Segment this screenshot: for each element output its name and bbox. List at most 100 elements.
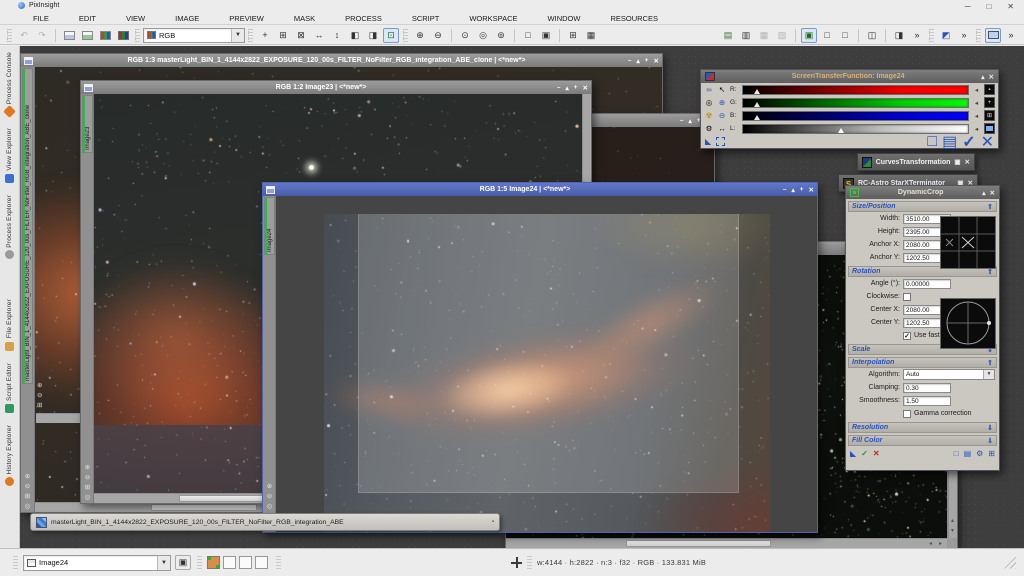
window-icon[interactable]	[84, 84, 93, 92]
link-rgb-icon[interactable]: ∞	[704, 85, 714, 95]
zoom-out-icon[interactable]: ⊖	[25, 482, 30, 490]
masterlight-view-tab[interactable]: masterLight_BIN_1_4144x2822_EXPOSURE_120…	[22, 68, 33, 384]
cascade-windows-button[interactable]: ▦	[583, 28, 599, 43]
stf-lum-gradient[interactable]	[742, 124, 969, 134]
workspace-1-button[interactable]	[223, 556, 236, 569]
section-resolution[interactable]: Resolution ⇓	[848, 422, 997, 433]
image24-canvas-area[interactable]	[276, 196, 817, 532]
wrench-icon[interactable]: ⚙	[976, 449, 983, 458]
statusbar-grip[interactable]	[13, 556, 18, 570]
new-instance-icon[interactable]: ◣	[705, 137, 711, 146]
scroll-mode-button[interactable]: ↕	[329, 28, 345, 43]
cursor-mode-icon[interactable]: ↖	[717, 85, 727, 95]
zoom-out-icon[interactable]: ⊖	[267, 492, 272, 500]
zoom-in-icon[interactable]: ⊕	[37, 381, 43, 389]
reset-channel-icon[interactable]: ◂	[972, 112, 981, 120]
pin-icon[interactable]: +	[574, 84, 578, 92]
workspace-2-button[interactable]	[239, 556, 252, 569]
radiation-icon[interactable]: ☢	[704, 111, 714, 121]
select-all-button[interactable]: □	[520, 28, 536, 43]
fit-icon[interactable]: ⊞	[85, 483, 90, 491]
shade-icon[interactable]: ▴	[791, 186, 794, 194]
menu-view[interactable]: VIEW	[123, 13, 148, 24]
anchor-grid-widget[interactable]	[940, 216, 996, 269]
window-resize-grip[interactable]	[1004, 557, 1016, 569]
collapse-icon[interactable]: ⇑	[987, 359, 993, 367]
zoom-in-icon[interactable]: ⊕	[25, 472, 30, 480]
stf-edit-button[interactable]: ▥	[738, 28, 754, 43]
new-instance-icon[interactable]: ◣	[850, 449, 856, 458]
chevron-down-icon[interactable]: ▼	[157, 556, 170, 570]
fast-rotations-checkbox[interactable]: ✓	[903, 332, 911, 340]
toolbar-overflow-button[interactable]: »	[909, 28, 925, 43]
statusbar-grip[interactable]	[527, 556, 532, 570]
readout-alt-button[interactable]: □	[837, 28, 853, 43]
stf-link-button[interactable]: ▦	[756, 28, 772, 43]
sidebar-item-view-explorer[interactable]: View Explorer	[5, 128, 14, 183]
reset-channel-icon[interactable]: ◂	[972, 99, 981, 107]
clamping-field[interactable]: 0.30	[903, 383, 951, 393]
mask-enable-button[interactable]: ◫	[864, 28, 880, 43]
statusbar-grip[interactable]	[197, 556, 202, 570]
midtone-marker[interactable]	[754, 102, 760, 107]
toolbar-grip[interactable]	[976, 29, 981, 42]
iconized-window-tab[interactable]: masterLight_BIN_1_4144x2822_EXPOSURE_120…	[30, 513, 500, 531]
stf-thumb-cross[interactable]: +	[984, 97, 995, 108]
midtone-marker[interactable]	[754, 89, 760, 94]
collapse-icon[interactable]: ⇑	[987, 203, 993, 211]
reset-channel-icon[interactable]: ◂	[972, 86, 981, 94]
execute-check-icon[interactable]: ✓	[861, 449, 868, 458]
stf-thumb-grid[interactable]: ⊞	[984, 110, 995, 121]
shade-icon[interactable]: ▴	[981, 73, 984, 81]
app-close-button[interactable]: ✕	[1007, 2, 1014, 11]
chevron-down-icon[interactable]: ▼	[231, 29, 244, 42]
image24-view-tab[interactable]: Image24	[264, 197, 275, 255]
close-icon[interactable]: ✕	[583, 84, 588, 92]
midtone-marker[interactable]	[754, 115, 760, 120]
color-image-alt-button[interactable]	[115, 28, 131, 43]
toolbar-grip[interactable]	[135, 29, 140, 42]
zoom-in-button[interactable]: ⊕	[412, 28, 428, 43]
menu-mask[interactable]: MASK	[291, 13, 318, 24]
stf-title-bar[interactable]: ScreenTransferFunction: Image24 ▴ ✕	[701, 70, 998, 83]
zoom-out-icon[interactable]: ⊖	[85, 473, 90, 481]
sidebar-item-script-editor[interactable]: Script Editor	[5, 363, 14, 413]
restore-mini-icon[interactable]: ▪	[492, 519, 494, 525]
drag-handle-icon[interactable]: ⊞	[988, 449, 995, 458]
view-icon[interactable]: ◎	[85, 493, 91, 501]
gamma-checkbox[interactable]	[903, 410, 911, 418]
sidebar-item-file-explorer[interactable]: File Explorer	[5, 299, 14, 350]
apply-check-icon[interactable]: ✓	[962, 132, 975, 152]
stf-auto-button[interactable]: ▣	[801, 28, 817, 43]
stf-thumb-square[interactable]: ▪	[984, 84, 995, 95]
menu-window[interactable]: WINDOW	[545, 13, 584, 24]
split-right-button[interactable]: ◨	[365, 28, 381, 43]
monitor-button[interactable]	[985, 28, 1001, 43]
toolbar-grip[interactable]	[248, 29, 253, 42]
browse-doc-icon[interactable]: ▤	[942, 132, 957, 152]
selection-button[interactable]: ▣	[538, 28, 554, 43]
menu-script[interactable]: SCRIPT	[409, 13, 443, 24]
toolbar-grip[interactable]	[929, 29, 934, 42]
mask-show-button[interactable]: ◨	[891, 28, 907, 43]
scroll-left-icon[interactable]: ◂	[926, 540, 935, 548]
zoom-out-button[interactable]: ⊖	[430, 28, 446, 43]
zoom-in-icon[interactable]: ⊕	[717, 98, 727, 108]
shade-icon[interactable]: ▴	[636, 57, 639, 65]
curves-transformation-bar[interactable]: CurvesTransformation ▣ ✕	[857, 153, 975, 171]
undo-button[interactable]: ↶	[16, 28, 32, 43]
chevron-down-icon[interactable]: ▾	[983, 370, 994, 379]
angle-field[interactable]: 0.00000	[903, 279, 951, 289]
scroll-down-icon[interactable]: ▾	[948, 527, 957, 536]
edit-instance-icon[interactable]: □	[954, 449, 959, 458]
display-channel-selector[interactable]: RGB ▼	[143, 28, 245, 43]
magnifier-icon[interactable]: ◎	[704, 98, 714, 108]
menu-edit[interactable]: EDIT	[76, 13, 99, 24]
stf-red-gradient[interactable]	[742, 85, 969, 95]
scroll-thumb[interactable]	[626, 540, 771, 547]
close-icon[interactable]: ✕	[965, 158, 970, 166]
zoom-in-icon[interactable]: ⊕	[85, 463, 90, 471]
dynamiccrop-title-bar[interactable]: DynamicCrop ▴ ✕	[846, 186, 999, 199]
zoom-out-icon[interactable]: ⊖	[37, 391, 43, 399]
sidebar-item-process-explorer[interactable]: Process Explorer	[5, 195, 14, 260]
